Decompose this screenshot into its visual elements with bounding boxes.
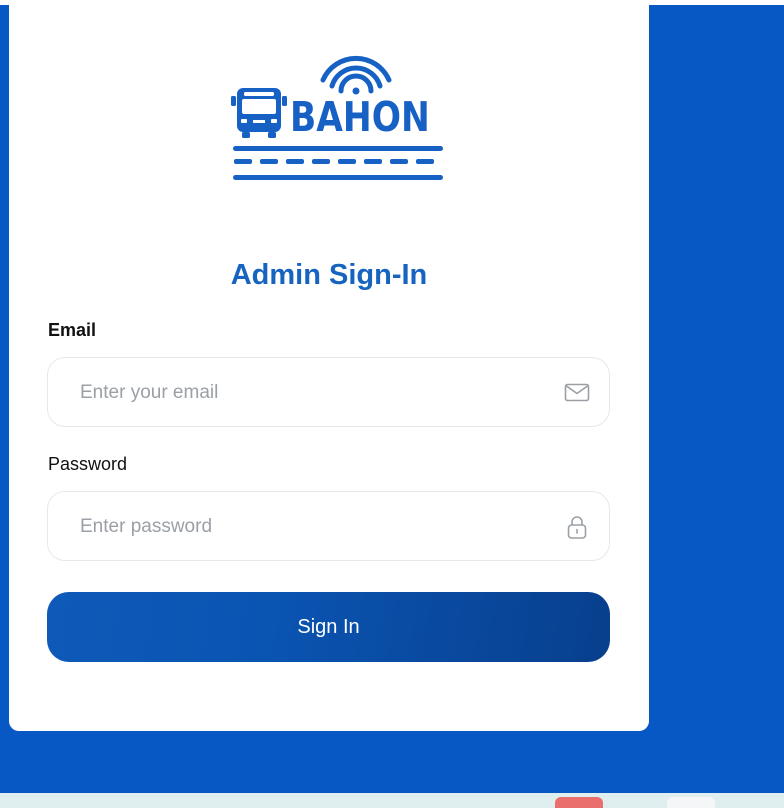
email-field[interactable] [78,358,552,428]
brand-name: BAHON [290,93,430,141]
signin-card: BAHON Admin Sign-In Email Password Sign … [9,0,649,731]
taskbar-item[interactable] [555,797,603,808]
sign-in-button[interactable]: Sign In [47,592,610,662]
taskbar-item[interactable] [667,797,715,808]
password-field-container[interactable] [47,491,610,562]
lock-icon [564,514,590,540]
email-field-container[interactable] [47,357,610,428]
page-title: Admin Sign-In [230,259,428,291]
password-field[interactable] [78,492,552,562]
mail-icon [564,380,590,406]
password-label: Password [48,454,128,474]
email-label: Email [48,320,97,340]
